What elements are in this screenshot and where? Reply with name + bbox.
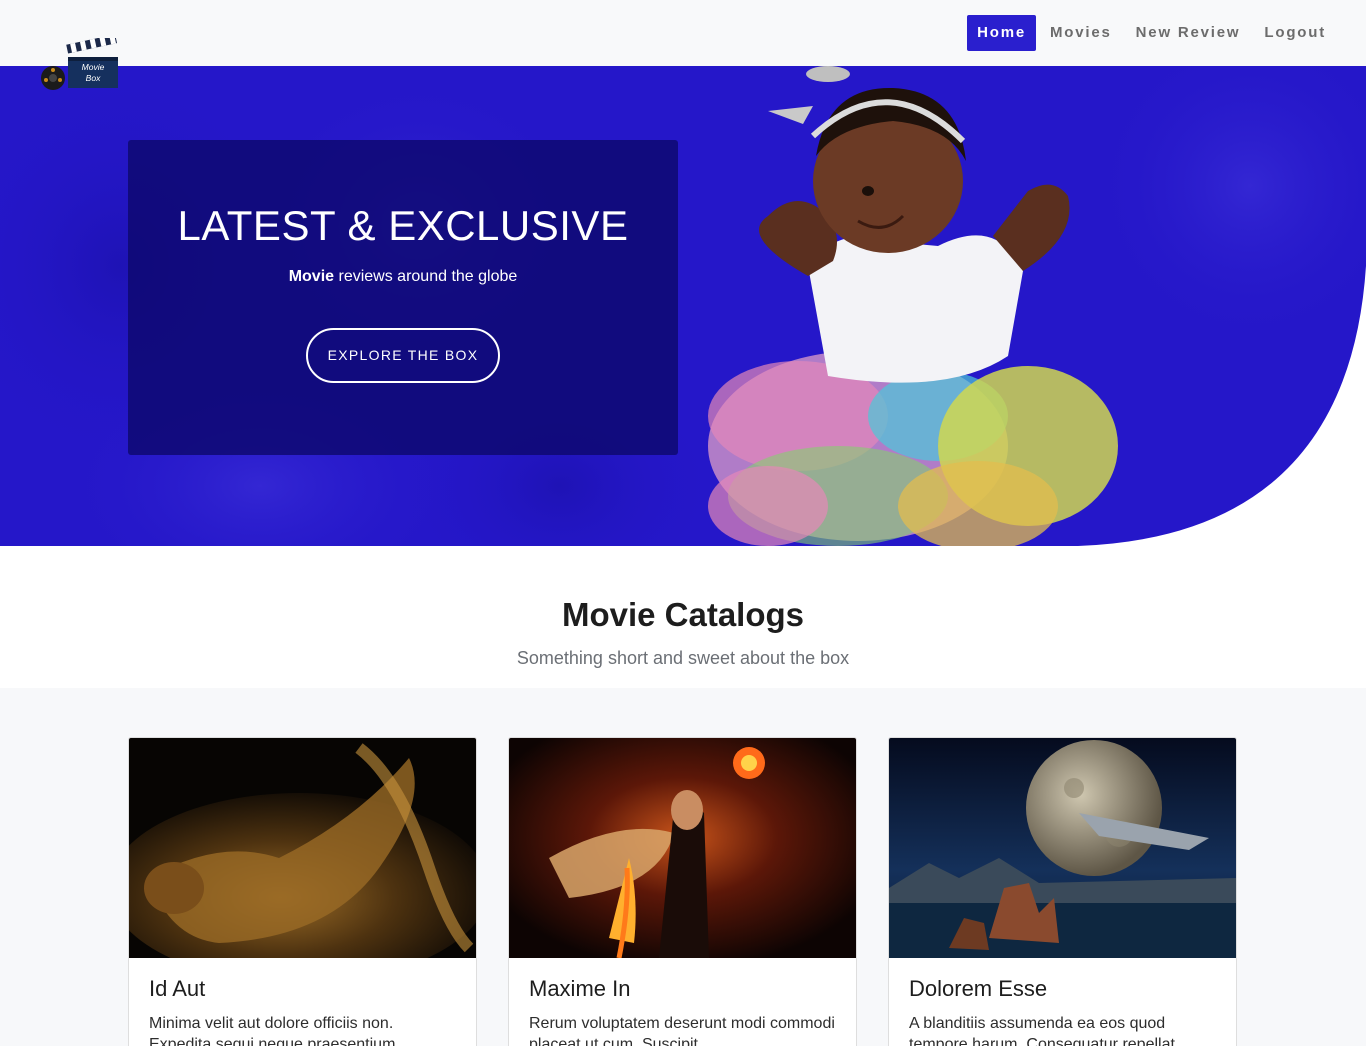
logo-text-line1: Movie bbox=[82, 62, 105, 72]
nav-logout-link[interactable]: Logout bbox=[1254, 15, 1336, 51]
movie-poster-image bbox=[889, 738, 1236, 958]
card-text: Minima velit aut dolore officiis non. Ex… bbox=[149, 1015, 396, 1046]
main-nav: Home Movies New Review Logout bbox=[963, 15, 1336, 51]
card-title: Id Aut bbox=[149, 976, 206, 1001]
catalog-title: Movie Catalogs bbox=[561, 596, 805, 633]
catalog-subtitle: Something short and sweet about the box bbox=[516, 648, 850, 668]
nav-movies-link[interactable]: Movies bbox=[1040, 15, 1122, 51]
hero-subtitle-rest: reviews around the globe bbox=[334, 268, 518, 285]
movie-card[interactable]: Id Aut Minima velit aut dolore officiis … bbox=[128, 737, 477, 1046]
brand-logo[interactable]: Movie Box bbox=[40, 34, 120, 94]
hero-illustration bbox=[708, 66, 1366, 546]
hero-subtitle-bold: Movie bbox=[288, 268, 335, 285]
movie-poster-image bbox=[509, 738, 856, 958]
card-text: A blanditiis assumenda ea eos quod tempo… bbox=[909, 1015, 1180, 1046]
card-body: Dolorem Esse A blanditiis assumenda ea e… bbox=[889, 958, 1236, 1046]
logo-text-line2: Box bbox=[86, 73, 101, 83]
catalog-cards: Id Aut Minima velit aut dolore officiis … bbox=[0, 688, 1366, 1046]
top-navbar: Home Movies New Review Logout bbox=[0, 0, 1366, 66]
explore-button[interactable]: EXPLORE THE BOX bbox=[306, 328, 500, 383]
card-body: Maxime In Rerum voluptatem deserunt modi… bbox=[509, 958, 856, 1046]
catalog-header: Movie Catalogs Something short and sweet… bbox=[0, 546, 1366, 688]
card-title: Dolorem Esse bbox=[909, 976, 1048, 1001]
hero-subtitle: Movie reviews around the globe bbox=[128, 268, 678, 286]
hero-title: LATEST & EXCLUSIVE bbox=[177, 202, 629, 249]
hero-section: LATEST & EXCLUSIVE Movie reviews around … bbox=[0, 66, 1366, 546]
card-body: Id Aut Minima velit aut dolore officiis … bbox=[129, 958, 476, 1046]
nav-home-link[interactable]: Home bbox=[967, 15, 1037, 51]
movie-card[interactable]: Maxime In Rerum voluptatem deserunt modi… bbox=[508, 737, 857, 1046]
movie-poster-image bbox=[129, 738, 476, 958]
card-title: Maxime In bbox=[529, 976, 631, 1001]
hero-card: LATEST & EXCLUSIVE Movie reviews around … bbox=[128, 140, 678, 455]
movie-card[interactable]: Dolorem Esse A blanditiis assumenda ea e… bbox=[888, 737, 1237, 1046]
clapperboard-icon: Movie Box bbox=[41, 34, 118, 90]
nav-new-review-link[interactable]: New Review bbox=[1126, 15, 1251, 51]
card-text: Rerum voluptatem deserunt modi commodi p… bbox=[529, 1015, 835, 1046]
